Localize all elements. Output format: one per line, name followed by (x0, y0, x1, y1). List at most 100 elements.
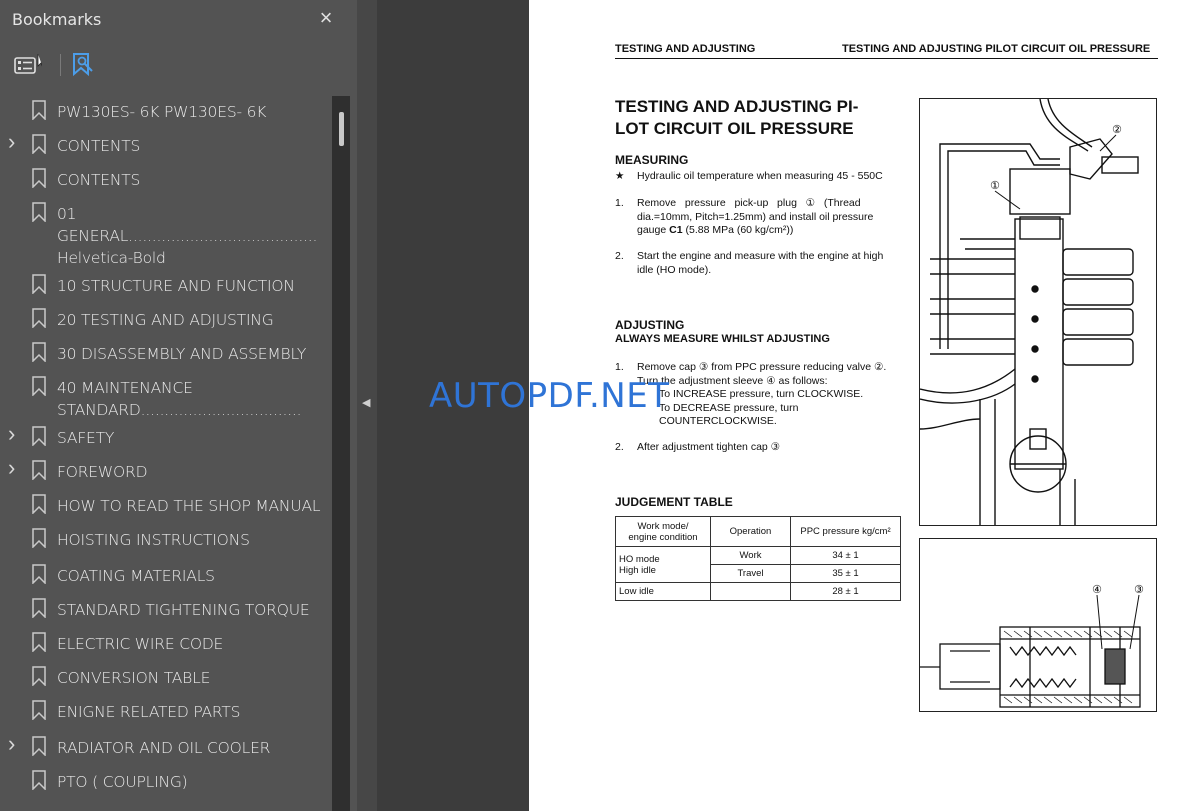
chevron-right-icon[interactable]: › (8, 131, 22, 153)
page-title: TESTING AND ADJUSTING PI- LOT CIRCUIT OI… (615, 96, 895, 140)
panel-title: Bookmarks (12, 10, 102, 29)
bookmark-scrollbar-thumb[interactable] (339, 112, 344, 146)
bookmark-icon (32, 342, 46, 362)
chevron-right-icon[interactable]: › (8, 733, 22, 755)
bookmark-icon (32, 308, 46, 328)
bookmark-label: CONVERSION TABLE (57, 669, 211, 687)
measuring-step2-text: Start the engine and measure with the en… (637, 250, 907, 277)
table-cell: Travel (710, 564, 791, 583)
bookmark-icon (32, 168, 46, 188)
header-mode-line2: engine condition (628, 531, 698, 543)
valve-assembly-drawing: ① ② (920, 99, 1139, 525)
bookmark-label: HOISTING INSTRUCTIONS (57, 531, 250, 549)
bookmark-label: ELECTRIC WIRE CODE (57, 635, 224, 653)
close-panel-button[interactable]: × (314, 6, 338, 30)
adjusting-heading: ADJUSTING (615, 318, 685, 332)
collapse-panel-icon[interactable]: ◀ (362, 396, 370, 409)
measuring-step1-number: 1. (615, 197, 624, 209)
figure-callout-1: ① (990, 179, 1000, 192)
bookmark-label: PW130ES- 6K PW130ES- 6K (57, 103, 267, 121)
measuring-step2-line2: idle (HO mode). (637, 263, 712, 276)
measuring-note: Hydraulic oil temperature when measuring… (637, 170, 883, 182)
table-row: HO mode High idle Work 34 ± 1 (615, 546, 901, 583)
bookmark-label: 20 TESTING AND ADJUSTING (57, 311, 274, 329)
bookmark-label: FOREWORD (57, 463, 148, 481)
find-bookmark-button[interactable] (68, 48, 100, 80)
page-header-right: TESTING AND ADJUSTING PILOT CIRCUIT OIL … (842, 43, 1151, 55)
bookmark-label: 01 GENERAL..............................… (57, 205, 318, 267)
bookmark-icon (32, 494, 46, 514)
bookmarks-panel-header: Bookmarks × (0, 0, 357, 40)
row-mode-line2: High idle (619, 564, 656, 576)
bookmark-label: STANDARD TIGHTENING TORQUE (57, 601, 310, 619)
measuring-step2-line1: Start the engine and measure with the en… (637, 250, 884, 262)
star-bullet: ★ (615, 170, 625, 182)
measuring-step1-line2: dia.=10mm, Pitch=1.25mm) and install oil… (637, 210, 874, 223)
title-line-1: TESTING AND ADJUSTING PI- (615, 97, 859, 116)
chevron-right-icon[interactable]: › (8, 457, 22, 479)
bookmark-icon (32, 666, 46, 686)
table-cell: 35 ± 1 (790, 564, 901, 583)
bookmark-icon (32, 598, 46, 618)
bookmark-icon (32, 700, 46, 720)
chevron-right-icon[interactable]: › (8, 423, 22, 445)
valve-assembly-figure: ① ② (919, 98, 1157, 526)
measuring-step1-line3-a: gauge (637, 224, 670, 236)
bookmark-icon (32, 376, 46, 396)
bookmarks-toolbar (0, 40, 357, 90)
adjusting-step1-line2: Turn the adjustment sleeve ④ as follows: (637, 374, 828, 387)
table-cell: Work (710, 546, 791, 565)
valve-cross-section-drawing: ④ ③ (920, 583, 1144, 708)
table-header-row: Work mode/engine condition Operation PPC… (615, 516, 901, 547)
bookmark-scrollbar[interactable] (332, 96, 350, 811)
bookmark-icon (32, 632, 46, 652)
bookmark-icon (32, 460, 46, 480)
bookmark-label: RADIATOR AND OIL COOLER (57, 739, 271, 757)
bookmark-label: SAFETY (57, 429, 115, 447)
table-header-cell: Operation (710, 516, 791, 547)
measuring-step1-line3: gauge C1 (5.88 MPa (60 kg/cm²)) (637, 224, 901, 238)
figure-callout-3: ③ (1134, 583, 1144, 596)
measuring-step2-number: 2. (615, 250, 624, 262)
table-cell: 34 ± 1 (790, 546, 901, 565)
adjusting-step1-text: Remove cap ③ from PPC pressure reducing … (637, 361, 907, 429)
table-row: Low idle 28 ± 1 (615, 582, 901, 601)
bookmark-icon (32, 426, 46, 446)
adjusting-step1-number: 1. (615, 361, 624, 373)
bookmark-label: CONTENTS (57, 171, 141, 189)
bookmark-icon (32, 100, 46, 120)
judgement-table: Work mode/engine condition Operation PPC… (615, 516, 901, 601)
judgement-heading: JUDGEMENT TABLE (615, 495, 733, 509)
table-header-cell: Work mode/engine condition (615, 516, 711, 547)
table-header-cell: PPC pressure kg/cm² (790, 516, 901, 547)
bookmark-search-icon (73, 53, 93, 77)
measuring-heading: MEASURING (615, 153, 689, 167)
table-cell: 28 ± 1 (790, 582, 901, 601)
measuring-step1-line3-c: (5.88 MPa (60 kg/cm²)) (682, 224, 794, 236)
row-mode-line1: HO mode (619, 553, 660, 565)
header-mode-line1: Work mode/ (637, 520, 689, 532)
bookmark-icon (32, 564, 46, 584)
adjusting-subheading: ALWAYS MEASURE WHILST ADJUSTING (615, 333, 830, 345)
valve-cross-section-figure: ④ ③ (919, 538, 1157, 712)
title-line-2: LOT CIRCUIT OIL PRESSURE (615, 119, 854, 138)
bookmark-icon (32, 736, 46, 756)
bookmark-label: HOW TO READ THE SHOP MANUAL (57, 497, 321, 515)
bookmark-label: CONTENTS (57, 137, 141, 155)
bookmark-list: PW130ES- 6K PW130ES- 6K › CONTENTS CONTENTS… (0, 96, 330, 811)
figure-callout-2: ② (1112, 123, 1122, 136)
bookmark-label: 10 STRUCTURE AND FUNCTION (57, 277, 295, 295)
figure-callout-4: ④ (1092, 583, 1102, 596)
adjusting-step1-line3: To INCREASE pressure, turn CLOCKWISE. (659, 388, 864, 400)
table-cell: Low idle (615, 582, 711, 601)
bookmark-icon (32, 202, 46, 222)
adjusting-step1-line5: COUNTERCLOCKWISE. (659, 415, 777, 427)
bookmark-label: ENIGNE RELATED PARTS (57, 703, 241, 721)
watermark-text: AUTOPDF.NET (429, 376, 670, 416)
pdf-viewer-window: Bookmarks × PW130ES- 6K PW130ES- 6K › CO… (0, 0, 1200, 811)
adjusting-step2-text: After adjustment tighten cap ③ (637, 441, 781, 453)
measuring-step1-text: Remove pressure pick-up plug ① (Thread d… (637, 197, 901, 238)
bookmark-label: PTO ( COUPLING) (57, 773, 188, 791)
table-cell (710, 582, 791, 601)
bookmark-options-button[interactable] (10, 48, 44, 80)
